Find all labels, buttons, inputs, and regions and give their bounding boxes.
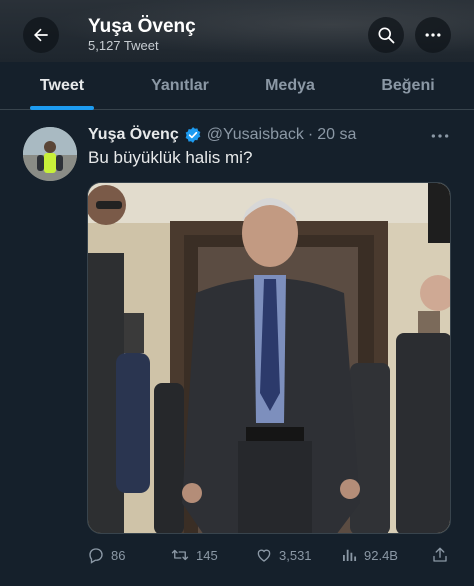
active-tab-indicator xyxy=(30,106,94,110)
retweet-count: 145 xyxy=(196,547,218,563)
tab-media[interactable]: Medya xyxy=(240,62,340,110)
photo-illustration xyxy=(88,183,450,533)
like-button[interactable]: 3,531 xyxy=(255,540,312,570)
retweet-button[interactable]: 145 xyxy=(170,540,218,570)
views-button[interactable]: 92.4B xyxy=(340,540,398,570)
retweet-icon xyxy=(171,549,189,561)
more-icon xyxy=(425,33,441,37)
more-icon xyxy=(431,134,449,138)
tweet-more-button[interactable] xyxy=(430,128,450,149)
separator-dot: · xyxy=(307,126,314,143)
avatar-photo xyxy=(23,127,77,181)
search-button[interactable] xyxy=(368,17,404,53)
reply-button[interactable]: 86 xyxy=(87,540,125,570)
author-handle[interactable]: @Yusaisback xyxy=(207,126,304,144)
reply-icon xyxy=(89,548,103,564)
tweet-actions: 86 145 3,531 92.4B xyxy=(0,540,474,570)
tweet-time[interactable]: 20 sa xyxy=(317,126,356,144)
back-arrow-icon xyxy=(34,28,48,42)
back-button[interactable] xyxy=(23,17,59,53)
tweet-author-row: Yuşa Övenç @Yusaisback · 20 sa xyxy=(88,124,356,146)
profile-name-title: Yuşa Övenç xyxy=(88,16,196,37)
views-count: 92.4B xyxy=(364,547,398,563)
tweet-media-photo[interactable] xyxy=(87,182,451,534)
views-icon xyxy=(343,549,357,561)
search-icon xyxy=(378,27,395,44)
tab-likes[interactable]: Beğeni xyxy=(358,62,458,110)
share-button[interactable] xyxy=(431,540,449,570)
tab-replies[interactable]: Yanıtlar xyxy=(130,62,230,110)
profile-header: Yuşa Övenç 5,127 Tweet xyxy=(0,0,474,62)
author-name[interactable]: Yuşa Övenç xyxy=(88,126,179,144)
profile-tabs: Tweet Yanıtlar Medya Beğeni xyxy=(0,62,474,110)
share-icon xyxy=(433,547,447,562)
tab-tweet[interactable]: Tweet xyxy=(10,62,114,110)
like-icon xyxy=(257,549,271,562)
tweet-text: Bu büyüklük halis mi? xyxy=(88,148,253,167)
tweet-count: 5,127 Tweet xyxy=(88,38,159,53)
reply-count: 86 xyxy=(111,547,126,563)
like-count: 3,531 xyxy=(279,547,312,563)
more-options-button[interactable] xyxy=(415,17,451,53)
verified-badge-icon xyxy=(184,126,202,144)
avatar[interactable] xyxy=(23,127,77,181)
